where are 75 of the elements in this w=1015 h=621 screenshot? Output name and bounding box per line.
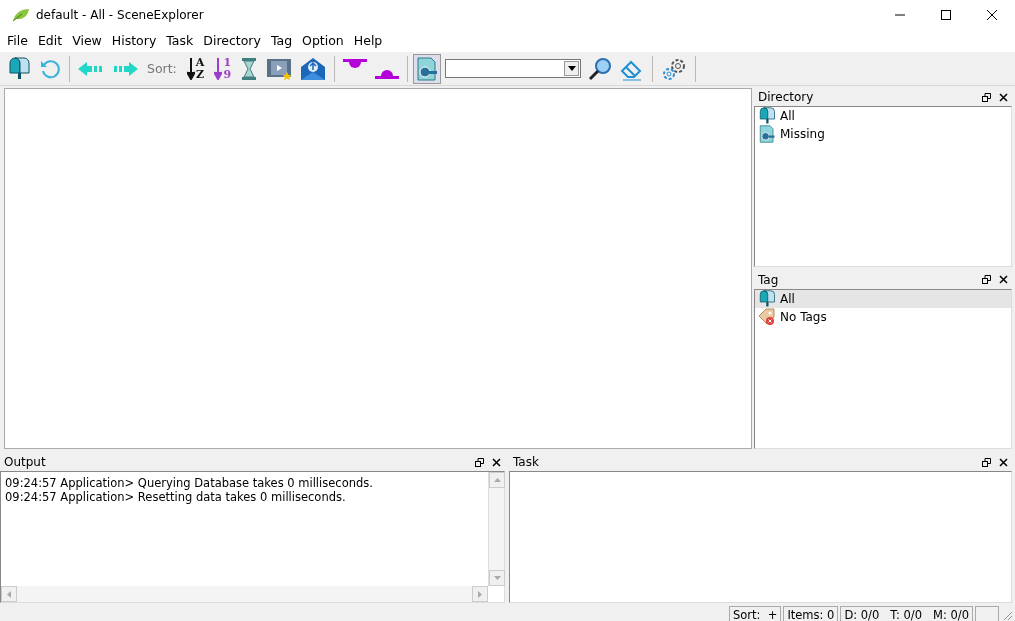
film-star-icon [266, 56, 293, 81]
close-icon[interactable] [492, 457, 501, 467]
arrow-left-icon [78, 60, 104, 77]
status-pane: D: 0/0 T: 0/0 M: 0/0 [840, 606, 973, 621]
status-pane [975, 606, 999, 621]
document-search-icon [758, 125, 776, 143]
tree-item[interactable]: Missing [755, 125, 1011, 143]
tree-item-label: All [780, 109, 795, 123]
envelope-icon [300, 56, 327, 81]
log-line: 09:24:57 Application> Resetting data takes 0 milliseconds. [5, 490, 347, 504]
hourglass-icon [240, 56, 259, 81]
status-pane: Items: 0 [783, 606, 839, 621]
arrow-down-icon [186, 57, 195, 80]
menu-item[interactable]: Directory [198, 33, 266, 48]
menu-item[interactable]: Option [297, 33, 349, 48]
close-icon [986, 8, 998, 21]
maximize-icon [940, 8, 952, 21]
pin-top-icon [343, 58, 368, 68]
menu-item[interactable]: View [67, 33, 107, 48]
settings-icon [661, 56, 688, 81]
tree-item[interactable]: All [755, 107, 1011, 125]
close-icon[interactable] [999, 275, 1008, 284]
menu-item[interactable]: Task [161, 33, 199, 48]
tree-item-label: Missing [780, 127, 825, 141]
search-icon [588, 56, 613, 81]
arrow-down-icon [214, 57, 223, 80]
panel-title: Task [513, 455, 539, 469]
mailbox-icon [7, 56, 31, 81]
float-window-icon [475, 457, 484, 467]
menu-item[interactable]: History [106, 33, 162, 48]
float-icon[interactable] [982, 92, 991, 102]
tag-icon [758, 307, 776, 326]
search-combo-box[interactable] [445, 59, 582, 78]
sort-button[interactable]: 1 9 [210, 53, 236, 84]
float-icon[interactable] [982, 275, 991, 284]
close-icon[interactable] [999, 457, 1008, 467]
mailbox-icon [758, 107, 776, 125]
refresh-icon [39, 57, 61, 80]
pin-bottom-icon [375, 69, 400, 79]
tree-item[interactable]: All [755, 289, 1011, 308]
sort-button[interactable]: A Z [182, 53, 209, 84]
close-x-icon [999, 92, 1008, 102]
window-title: default - All - SceneExplorer [36, 7, 204, 22]
menu-item[interactable]: Edit [32, 33, 68, 48]
float-window-icon [982, 457, 991, 467]
close-x-icon [492, 457, 501, 467]
close-x-icon [999, 275, 1008, 284]
left-arrow-icon [7, 590, 11, 598]
panel-title: Output [4, 455, 46, 469]
right-arrow-icon [478, 590, 482, 598]
float-icon[interactable] [475, 457, 484, 467]
up-arrow-icon [493, 478, 501, 482]
log-line: 09:24:57 Application> Querying Database takes 0 milliseconds. [5, 476, 374, 490]
menu-item[interactable]: Help [348, 33, 388, 48]
float-window-icon [982, 275, 991, 284]
close-icon[interactable] [999, 92, 1008, 102]
menu-item[interactable]: Tag [265, 33, 298, 48]
float-icon[interactable] [982, 457, 991, 467]
close-x-icon [999, 457, 1008, 467]
grip-lines-icon [1001, 609, 1013, 621]
float-window-icon [982, 92, 991, 102]
leaf-icon [12, 7, 30, 22]
arrow-right-icon [112, 60, 138, 77]
tree-item-label: All [780, 291, 795, 306]
menu-item[interactable]: File [2, 33, 33, 48]
status-pane: Sort: + [728, 606, 782, 621]
down-arrow-icon [493, 576, 501, 580]
panel-title: Directory [758, 90, 814, 104]
tree-item[interactable]: No Tags [755, 307, 1011, 326]
resize-grip-icon[interactable] [1001, 609, 1013, 621]
tree-item-label: No Tags [780, 309, 827, 324]
mailbox-icon [758, 289, 776, 308]
sort-label: Sort: [146, 61, 178, 76]
document-search-icon [416, 56, 439, 81]
panel-title: Tag [758, 272, 779, 287]
